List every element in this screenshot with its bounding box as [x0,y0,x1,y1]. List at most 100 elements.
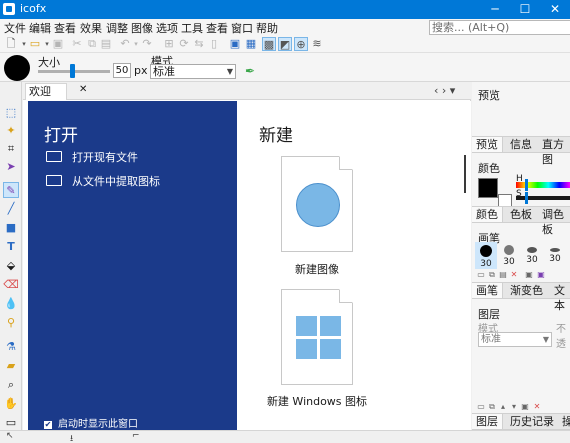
tab-welcome[interactable]: 欢迎 [25,83,67,100]
new-windows-icon-label[interactable]: 新建 Windows 图标 [257,393,377,409]
menu-edit[interactable]: 编辑 [29,20,51,36]
tab-preview[interactable]: 预览 [472,137,503,152]
layer-mode-select[interactable]: 标准 ▼ [478,332,552,347]
menu-effects[interactable]: 效果 [80,20,102,36]
text-icon[interactable]: T [3,239,19,255]
new-file-icon[interactable]: 🗋 [4,37,18,51]
size-input[interactable]: 50 [113,63,131,78]
menu-adjust[interactable]: 调整 [106,20,128,36]
tab-swatches[interactable]: 色板 [506,207,536,222]
delete-layer-icon[interactable]: ✕ [532,402,542,412]
add-image-icon[interactable]: ▣ [228,37,242,51]
menu-window[interactable]: 窗口 [231,20,253,36]
new-layer-icon[interactable]: ▭ [476,402,486,412]
stamp-icon[interactable]: ⚲ [3,315,19,331]
tab-info[interactable]: 信息 [506,137,536,152]
save-icon[interactable]: ▣ [51,37,65,51]
tab-palette[interactable]: 调色板 [538,207,570,236]
new-brush-icon[interactable]: ▭ [476,270,486,280]
maximize-button[interactable]: ☐ [510,0,540,19]
menu-view[interactable]: 查看 [54,20,76,36]
saturation-slider-thumb[interactable] [525,192,528,204]
grid-icon[interactable]: ▩ [262,37,276,51]
edit-brush-icon[interactable]: ▤ [498,270,508,280]
drop-icon[interactable]: 💧 [3,296,19,312]
magic-wand-icon[interactable]: ✦ [3,123,19,139]
move-down-icon[interactable]: ▾ [509,402,519,412]
cut-icon[interactable]: ✂ [70,37,84,51]
copy-icon[interactable]: ⧉ [85,37,99,51]
welcome-new-panel: 新建 新建图像 新建 Windows 图标 [237,101,471,430]
tab-color[interactable]: 颜色 [472,207,503,222]
brush-swatch[interactable]: 30 [475,242,497,269]
menu-view-2[interactable]: 查看 [206,20,228,36]
export-brush-icon[interactable]: ▣ [536,270,546,280]
tab-brush[interactable]: 画笔 [472,283,503,298]
rotate-icon[interactable]: ⟳ [177,37,191,51]
tab-nav-arrows[interactable]: ‹ › ▾ [434,84,455,97]
duplicate-layer-icon[interactable]: ⧉ [487,402,497,412]
color-picker-icon[interactable]: ✒ [245,64,259,78]
eraser-icon[interactable]: ⌫ [3,277,19,293]
brush-icon[interactable]: ✎ [3,182,19,198]
brush-swatch[interactable]: 30 [521,242,543,265]
page-fold [339,289,353,303]
menu-file[interactable]: 文件 [4,20,26,36]
rect-select-icon[interactable]: ⬚ [3,105,19,121]
tab-gradient[interactable]: 渐变色 [506,283,547,298]
new-image-card[interactable] [281,156,353,252]
new-windows-icon-card[interactable] [281,289,353,385]
open-title: 打开 [44,126,78,146]
delete-brush-icon[interactable]: ✕ [509,270,519,280]
move-icon[interactable]: ➤ [3,159,19,175]
extract-icons-link[interactable]: 从文件中提取图标 [46,173,160,189]
move-up-icon[interactable]: ▴ [498,402,508,412]
import-brush-icon[interactable]: ▣ [524,270,534,280]
hue-slider-thumb[interactable] [525,179,528,191]
close-button[interactable]: ✕ [540,0,570,19]
brush-swatch[interactable]: 30 [544,242,566,264]
zoom-pixel-icon[interactable]: ◩ [278,37,292,51]
size-slider-thumb[interactable] [70,64,75,78]
search-input[interactable]: 搜索... (Alt+Q) [429,20,570,35]
tab-actions[interactable]: 操 [558,414,570,429]
menu-tools[interactable]: 工具 [181,20,203,36]
zoom-tool-icon[interactable]: ⌕ [3,377,19,393]
close-icon[interactable]: ✕ [79,84,87,95]
ruler-icon[interactable]: ▰ [3,358,19,374]
show-on-start-checkbox[interactable]: ✔ 启动时显示此窗口 [44,415,138,430]
layers-icon[interactable]: ≋ [310,37,324,51]
crop-icon[interactable]: ⊞ [162,37,176,51]
layer-tabs: 图层 历史记录 操 [472,413,570,430]
flip-icon[interactable]: ⇆ [192,37,206,51]
redo-icon[interactable]: ↷ [140,37,154,51]
tab-layers[interactable]: 图层 [472,414,503,429]
fill-icon[interactable]: ⬙ [3,258,19,274]
mode-select[interactable]: 标准 ▼ [150,64,236,79]
menu-image[interactable]: 图像 [131,20,153,36]
copy-brush-icon[interactable]: ⧉ [487,270,497,280]
minimize-button[interactable]: ─ [480,0,510,19]
eyedropper-icon[interactable]: ⚗ [3,339,19,355]
rectangle-icon[interactable]: ■ [3,220,19,236]
crop-tool-icon[interactable]: ⌗ [3,141,19,157]
line-icon[interactable]: ╱ [3,201,19,217]
test-icon[interactable]: ▦ [244,37,258,51]
brush-swatch[interactable]: 30 [498,242,520,267]
merge-layer-icon[interactable]: ▣ [520,402,530,412]
mode-select-value: 标准 [153,65,175,78]
menu-help[interactable]: 帮助 [256,20,278,36]
more-tools-icon[interactable]: ▭ [3,415,19,431]
paste-icon[interactable]: ▤ [99,37,113,51]
primary-color-swatch[interactable] [478,178,498,198]
menu-options[interactable]: 选项 [156,20,178,36]
tab-text[interactable]: 文本 [550,283,570,312]
resize-icon[interactable]: ▯ [207,37,221,51]
tab-histogram[interactable]: 直方图 [538,137,570,166]
scrollbar-thumb[interactable] [464,155,466,193]
zoom-icon[interactable]: ⊕ [294,37,308,51]
tab-history[interactable]: 历史记录 [506,414,558,429]
hand-icon[interactable]: ✋ [3,396,19,412]
new-image-label[interactable]: 新建图像 [257,261,377,277]
open-existing-link[interactable]: 打开现有文件 [46,149,138,165]
